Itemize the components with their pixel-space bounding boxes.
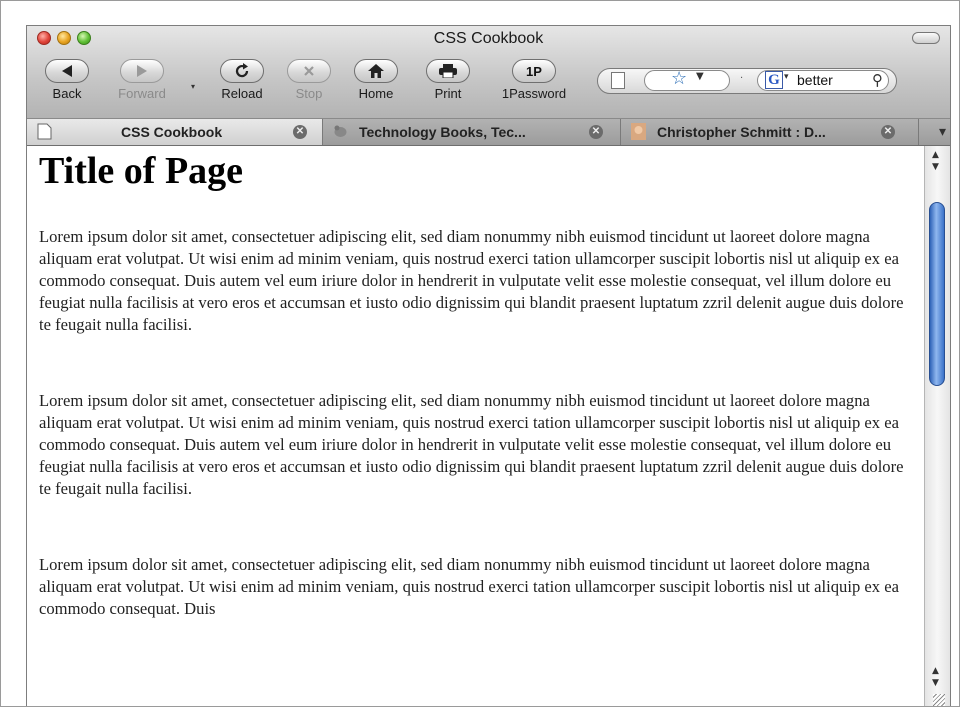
tab-bar: CSS Cookbook ✕ Technology Books, Tec... … xyxy=(27,119,950,146)
toolbar-toggle-button[interactable] xyxy=(912,32,940,44)
scroll-thumb[interactable] xyxy=(929,202,945,386)
tab-label: Christopher Schmitt : D... xyxy=(657,124,826,140)
portrait-favicon-icon xyxy=(631,123,646,140)
stop-button[interactable]: Stop xyxy=(285,59,333,101)
tab-overflow-icon[interactable]: ▾ xyxy=(939,124,946,140)
separator-dot: · xyxy=(740,73,744,84)
print-button-shape xyxy=(426,59,470,83)
google-icon[interactable]: G xyxy=(765,71,783,89)
print-button[interactable]: Print xyxy=(420,59,476,101)
home-icon xyxy=(368,64,384,78)
search-input-text[interactable]: better xyxy=(797,72,833,88)
back-label: Back xyxy=(52,86,82,101)
magnifier-icon[interactable]: ⚲ xyxy=(872,71,883,89)
onepassword-icon-text: 1P xyxy=(526,63,542,79)
close-tab-icon[interactable]: ✕ xyxy=(589,125,603,139)
printer-icon xyxy=(439,64,457,78)
blank-page-icon xyxy=(37,123,52,140)
resize-grip-icon[interactable] xyxy=(933,694,945,706)
close-tab-icon[interactable]: ✕ xyxy=(293,125,307,139)
onepassword-button-shape: 1P xyxy=(512,59,556,83)
animal-favicon-icon xyxy=(334,125,347,137)
star-icon[interactable]: ☆ xyxy=(671,69,687,89)
reload-button-shape xyxy=(220,59,264,83)
scroll-down-icon[interactable]: ▼ xyxy=(932,162,939,172)
tab-christopher-schmitt[interactable]: Christopher Schmitt : D... ✕ xyxy=(621,119,919,145)
bookmark-dropdown-icon[interactable]: ▼ xyxy=(696,71,704,82)
back-button[interactable]: Back xyxy=(39,59,95,101)
toolbar-area: CSS Cookbook Back Forward ▾ Reload Stop … xyxy=(27,26,950,119)
scroll-down-icon[interactable]: ▼ xyxy=(932,678,939,688)
scroll-up-icon[interactable]: ▲ xyxy=(932,150,939,160)
scroll-up-icon[interactable]: ▲ xyxy=(932,666,939,676)
stop-label: Stop xyxy=(295,86,323,101)
page-content: Title of Page Lorem ipsum dolor sit amet… xyxy=(27,146,924,706)
home-label: Home xyxy=(358,86,394,101)
reload-icon xyxy=(235,63,249,78)
window-title: CSS Cookbook xyxy=(433,30,544,47)
page-title: Title of Page xyxy=(39,150,244,192)
tab-label: Technology Books, Tec... xyxy=(359,124,526,140)
address-search-group: ☆ ▼ · G ▾ better ⚲ xyxy=(597,68,897,94)
print-label: Print xyxy=(434,86,462,101)
onepassword-button[interactable]: 1P 1Password xyxy=(491,59,577,101)
back-button-shape xyxy=(45,59,89,83)
onepassword-label: 1Password xyxy=(501,86,567,101)
history-dropdown-icon[interactable]: ▾ xyxy=(191,82,195,91)
stop-x-icon xyxy=(304,66,314,76)
close-tab-icon[interactable]: ✕ xyxy=(881,125,895,139)
reload-label: Reload xyxy=(221,86,263,101)
forward-button-shape xyxy=(120,59,164,83)
paragraph: Lorem ipsum dolor sit amet, consectetuer… xyxy=(39,227,904,334)
page-icon xyxy=(611,72,625,89)
reload-button[interactable]: Reload xyxy=(213,59,271,101)
browser-window: CSS Cookbook Back Forward ▾ Reload Stop … xyxy=(26,25,951,706)
forward-button[interactable]: Forward xyxy=(107,59,177,101)
tab-technology-books[interactable]: Technology Books, Tec... ✕ xyxy=(323,119,621,145)
tab-css-cookbook[interactable]: CSS Cookbook ✕ xyxy=(27,119,323,145)
vertical-scrollbar[interactable]: ▲ ▼ ▲ ▼ xyxy=(924,146,950,706)
stop-button-shape xyxy=(287,59,331,83)
screenshot-frame: CSS Cookbook Back Forward ▾ Reload Stop … xyxy=(0,0,960,707)
tab-label: CSS Cookbook xyxy=(121,124,223,140)
forward-label: Forward xyxy=(118,86,166,101)
right-arrow-icon xyxy=(137,65,147,77)
left-arrow-icon xyxy=(62,65,72,77)
paragraph: Lorem ipsum dolor sit amet, consectetuer… xyxy=(39,391,904,498)
search-engine-dropdown-icon[interactable]: ▾ xyxy=(784,72,789,82)
paragraph: Lorem ipsum dolor sit amet, consectetuer… xyxy=(39,555,899,618)
home-button-shape xyxy=(354,59,398,83)
home-button[interactable]: Home xyxy=(348,59,404,101)
